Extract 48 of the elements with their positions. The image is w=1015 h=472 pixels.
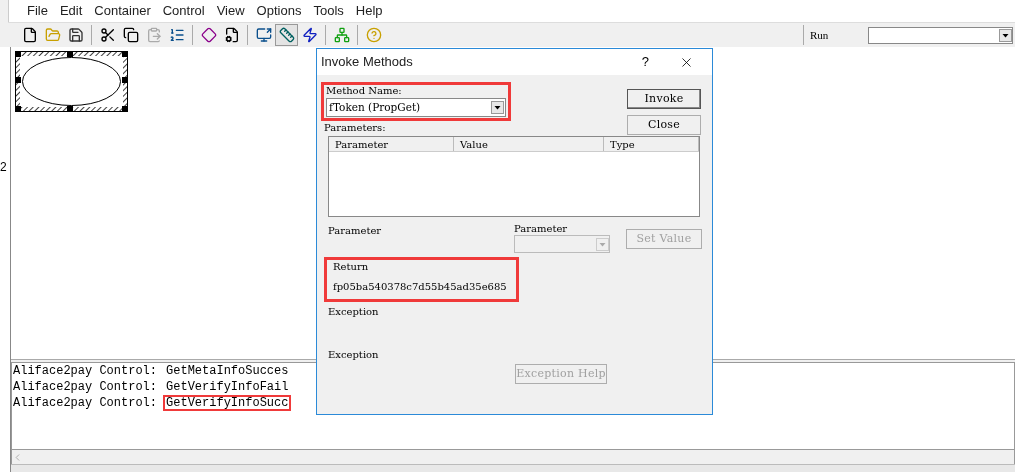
log-message: GetVerifyInfoSucc <box>163 395 292 411</box>
document-gear-icon <box>223 27 240 43</box>
dialog-title: Invoke Methods <box>321 53 414 72</box>
monitor-icon <box>255 27 272 43</box>
parameter-combo-label: Parameter <box>514 223 569 235</box>
floppy-icon <box>67 27 84 43</box>
menu-item[interactable]: File <box>27 1 48 21</box>
parameter-label: Parameter <box>328 224 383 238</box>
log-source: Aliface2pay Control: <box>13 364 158 378</box>
dialog-button[interactable]: Invoke <box>627 89 701 109</box>
return-label: Return <box>333 261 370 273</box>
menu-item[interactable]: Help <box>355 1 383 21</box>
list-icon <box>168 27 185 43</box>
log-message: GetVerifyInfoFail <box>165 379 290 395</box>
folder-icon <box>44 27 61 43</box>
help-icon <box>365 27 382 43</box>
column-header[interactable]: Value <box>454 137 604 151</box>
diamond-icon <box>200 27 217 43</box>
menu-item[interactable]: Container <box>94 1 151 21</box>
method-combo[interactable]: fToken (PropGet) <box>326 98 506 117</box>
log-message: GetMetaInfoSucces <box>165 363 290 379</box>
log-source: Aliface2pay Control: <box>13 380 158 394</box>
exception-label: Exception <box>328 305 380 319</box>
network-icon <box>333 27 350 43</box>
help-button[interactable]: ? <box>641 52 649 72</box>
dialog-button[interactable]: Close <box>627 115 701 135</box>
run-combo[interactable] <box>868 26 1013 44</box>
menu-item[interactable]: Options <box>256 1 302 21</box>
column-header[interactable]: Parameter <box>329 137 454 151</box>
file-icon <box>21 27 38 43</box>
menu-item[interactable]: Edit <box>59 1 83 21</box>
menu-item[interactable]: Control <box>162 1 205 21</box>
parameters-label: Parameters: <box>324 122 387 134</box>
scissors-icon <box>99 27 116 43</box>
method-name-label: Method Name: <box>326 85 403 97</box>
run-label: Run <box>810 27 830 43</box>
ruler-icon <box>278 27 295 43</box>
paste-icon <box>145 27 162 43</box>
lightning-icon <box>301 27 318 43</box>
menu-item[interactable]: Tools <box>313 1 344 21</box>
background-text: 2 <box>0 159 7 176</box>
exception-label: Exception <box>328 348 380 362</box>
column-header[interactable]: Type <box>604 137 699 151</box>
return-value: fp05ba540378c7d55b45ad35e685 <box>333 280 508 294</box>
log-source: Aliface2pay Control: <box>13 396 158 410</box>
menu-item[interactable]: View <box>216 1 245 21</box>
horizontal-scrollbar[interactable] <box>11 450 1015 464</box>
copy-icon <box>122 27 139 43</box>
